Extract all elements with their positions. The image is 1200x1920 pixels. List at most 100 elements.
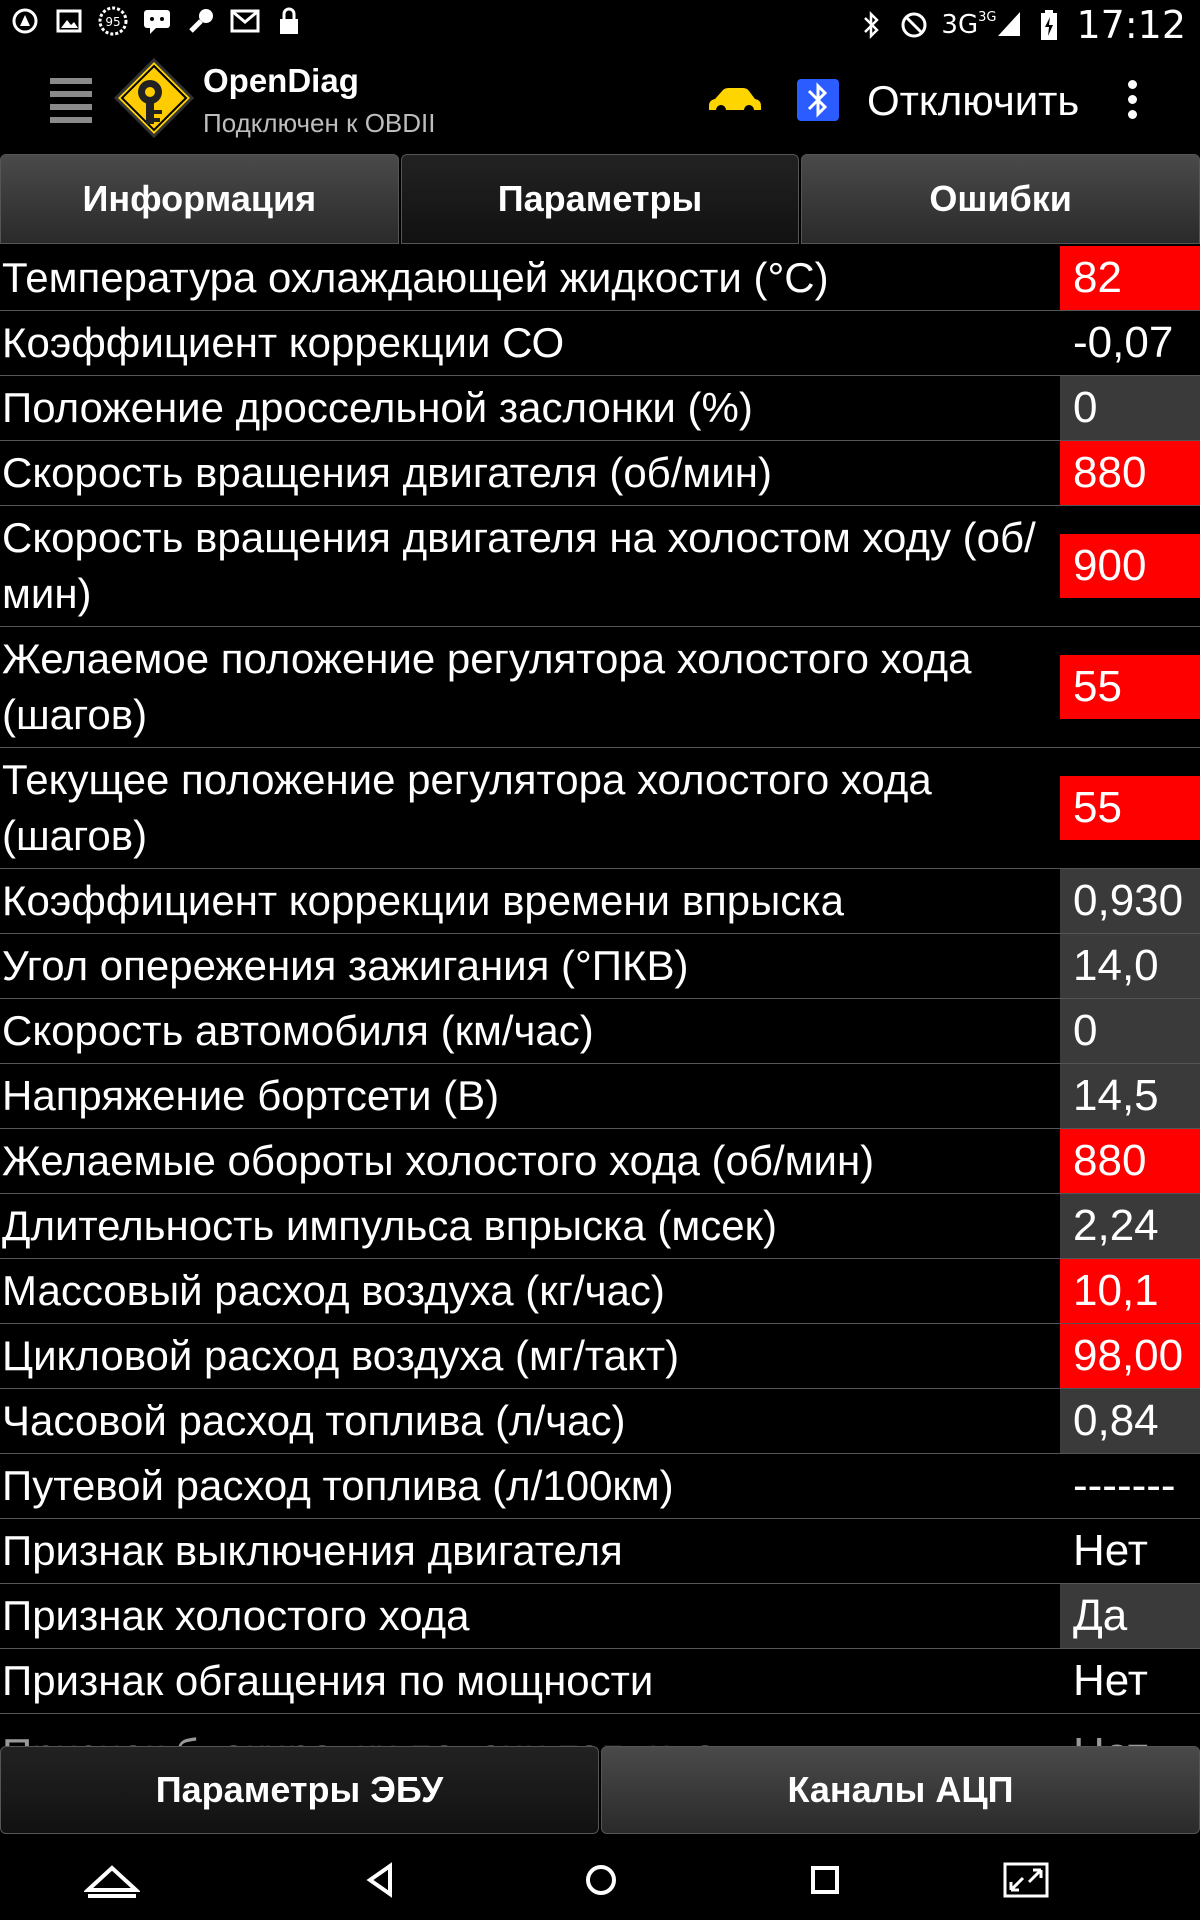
app-logo-icon: [112, 56, 196, 140]
back-icon[interactable]: [350, 1852, 410, 1908]
table-row: Путевой расход топлива (л/100км) -------: [0, 1454, 1200, 1519]
screen-resize-icon[interactable]: [996, 1852, 1056, 1908]
table-row: Скорость вращения двигателя на холостом …: [0, 506, 1200, 627]
app-title: OpenDiag: [203, 62, 359, 99]
parameter-value: 0,84: [1060, 1389, 1200, 1453]
menu-icon[interactable]: [50, 78, 92, 123]
table-row: Признак блокировки подачи топлива Нет: [0, 1714, 1200, 1746]
image-icon: [54, 6, 84, 36]
bluetooth-adapter-icon[interactable]: [795, 77, 841, 123]
parameter-name: Температура охлаждающей жидкости (°C): [2, 254, 829, 301]
parameter-value: 0: [1060, 999, 1200, 1063]
table-row: Цикловой расход воздуха (мг/такт) 98,00: [0, 1324, 1200, 1389]
table-row: Массовый расход воздуха (кг/час) 10,1: [0, 1259, 1200, 1324]
tools-icon: [186, 6, 216, 36]
network-indicator: 3G 3G: [941, 10, 1022, 40]
parameter-name: Скорость вращения двигателя на холостом …: [2, 514, 1036, 617]
parameter-name: Путевой расход топлива (л/100км): [2, 1462, 674, 1509]
parameter-name: Признак холостого хода: [2, 1592, 470, 1639]
table-row: Признак холостого хода Да: [0, 1584, 1200, 1649]
parameter-name: Признак обгащения по мощности: [2, 1657, 654, 1704]
parameter-value: -------: [1060, 1454, 1200, 1518]
network-type-sup: 3G: [978, 10, 997, 25]
table-row: Коэффициент коррекции СО -0,07: [0, 311, 1200, 376]
keyboard-hide-icon[interactable]: [82, 1852, 142, 1908]
gas-station-badge-icon: 95: [98, 6, 128, 36]
parameter-value: Нет: [1060, 1519, 1200, 1583]
parameter-name: Длительность импульса впрыска (мсек): [2, 1202, 777, 1249]
table-row: Коэффициент коррекции времени впрыска 0,…: [0, 869, 1200, 934]
table-row: Угол опережения зажигания (°ПКВ) 14,0: [0, 934, 1200, 999]
parameter-name: Желаемые обороты холостого хода (об/мин): [2, 1137, 875, 1184]
parameter-name: Скорость автомобиля (км/час): [2, 1007, 594, 1054]
tab-info[interactable]: Информация: [0, 154, 399, 244]
car-icon[interactable]: [705, 80, 765, 120]
disconnect-button[interactable]: Отключить: [867, 77, 1079, 125]
parameter-value: 0,930: [1060, 869, 1200, 933]
parameter-value: 55: [1060, 776, 1200, 840]
parameter-value: 880: [1060, 1129, 1200, 1193]
parameters-table[interactable]: Температура охлаждающей жидкости (°C) 82…: [0, 246, 1200, 1746]
notification-icons: 95: [10, 6, 304, 36]
parameter-value: 14,5: [1060, 1064, 1200, 1128]
ecu-parameters-button[interactable]: Параметры ЭБУ: [0, 1746, 599, 1834]
table-row: Температура охлаждающей жидкости (°C) 82: [0, 246, 1200, 311]
parameter-value: 900: [1060, 534, 1200, 598]
adc-channels-button[interactable]: Каналы АЦП: [601, 1746, 1200, 1834]
clock: 17:12: [1076, 3, 1186, 47]
parameter-value: 10,1: [1060, 1259, 1200, 1323]
parameter-value: 98,00: [1060, 1324, 1200, 1388]
home-icon[interactable]: [571, 1852, 631, 1908]
parameter-name: Угол опережения зажигания (°ПКВ): [2, 942, 689, 989]
status-bar: 95 3G 3G 17:12: [0, 0, 1200, 50]
table-row: Положение дроссельной заслонки (%) 0: [0, 376, 1200, 441]
do-not-disturb-icon: [899, 10, 929, 40]
tab-parameters[interactable]: Параметры: [400, 154, 800, 244]
bluetooth-status-icon: [857, 10, 887, 40]
message-icon: [142, 6, 172, 36]
badge-text: 95: [105, 15, 120, 29]
parameter-name: Текущее положение регулятора холостого х…: [2, 756, 932, 859]
parameter-value: 880: [1060, 441, 1200, 505]
navigation-bar: [0, 1838, 1200, 1920]
recents-icon[interactable]: [795, 1852, 855, 1908]
parameter-name: Желаемое положение регулятора холостого …: [2, 635, 972, 738]
parameter-name: Напряжение бортсети (В): [2, 1072, 500, 1119]
parameter-name: Часовой расход топлива (л/час): [2, 1397, 626, 1444]
system-status-icons: 3G 3G 17:12: [857, 3, 1186, 47]
parameter-name: Цикловой расход воздуха (мг/такт): [2, 1332, 680, 1379]
table-row: Скорость вращения двигателя (об/мин) 880: [0, 441, 1200, 506]
table-row: Длительность импульса впрыска (мсек) 2,2…: [0, 1194, 1200, 1259]
lock-icon: [274, 6, 304, 36]
parameter-name: Коэффициент коррекции времени впрыска: [2, 877, 844, 924]
network-type: 3G: [941, 10, 979, 40]
parameter-name: Признак выключения двигателя: [2, 1527, 623, 1574]
parameter-name: Признак блокировки подачи топлива: [0, 1714, 1060, 1747]
table-row: Признак обгащения по мощности Нет: [0, 1649, 1200, 1714]
parameter-value: Да: [1060, 1584, 1200, 1648]
parameter-value: 2,24: [1060, 1194, 1200, 1258]
parameter-value: -0,07: [1060, 311, 1200, 375]
parameter-value: Нет: [1060, 1649, 1200, 1713]
table-row: Часовой расход топлива (л/час) 0,84: [0, 1389, 1200, 1454]
parameter-name: Скорость вращения двигателя (об/мин): [2, 449, 772, 496]
table-row: Напряжение бортсети (В) 14,5: [0, 1064, 1200, 1129]
tab-errors[interactable]: Ошибки: [801, 154, 1200, 244]
connection-status: Подключен к OBDII: [203, 108, 436, 138]
bottom-tabs: Параметры ЭБУ Каналы АЦП: [0, 1746, 1200, 1836]
parameter-name: Коэффициент коррекции СО: [2, 319, 565, 366]
mail-icon: [230, 6, 260, 36]
parameter-value: 0: [1060, 376, 1200, 440]
battery-charging-icon: [1034, 10, 1064, 40]
more-options-icon[interactable]: [1122, 80, 1142, 124]
main-tabs: Информация Параметры Ошибки: [0, 154, 1200, 244]
table-row: Желаемое положение регулятора холостого …: [0, 627, 1200, 748]
table-row: Желаемые обороты холостого хода (об/мин)…: [0, 1129, 1200, 1194]
signal-icon: [998, 12, 1021, 36]
app-bar: OpenDiag Подключен к OBDII Отключить: [0, 50, 1200, 154]
table-row: Признак выключения двигателя Нет: [0, 1519, 1200, 1584]
parameter-value: 14,0: [1060, 934, 1200, 998]
table-row: Скорость автомобиля (км/час) 0: [0, 999, 1200, 1064]
parameter-value: 55: [1060, 655, 1200, 719]
table-row: Текущее положение регулятора холостого х…: [0, 748, 1200, 869]
